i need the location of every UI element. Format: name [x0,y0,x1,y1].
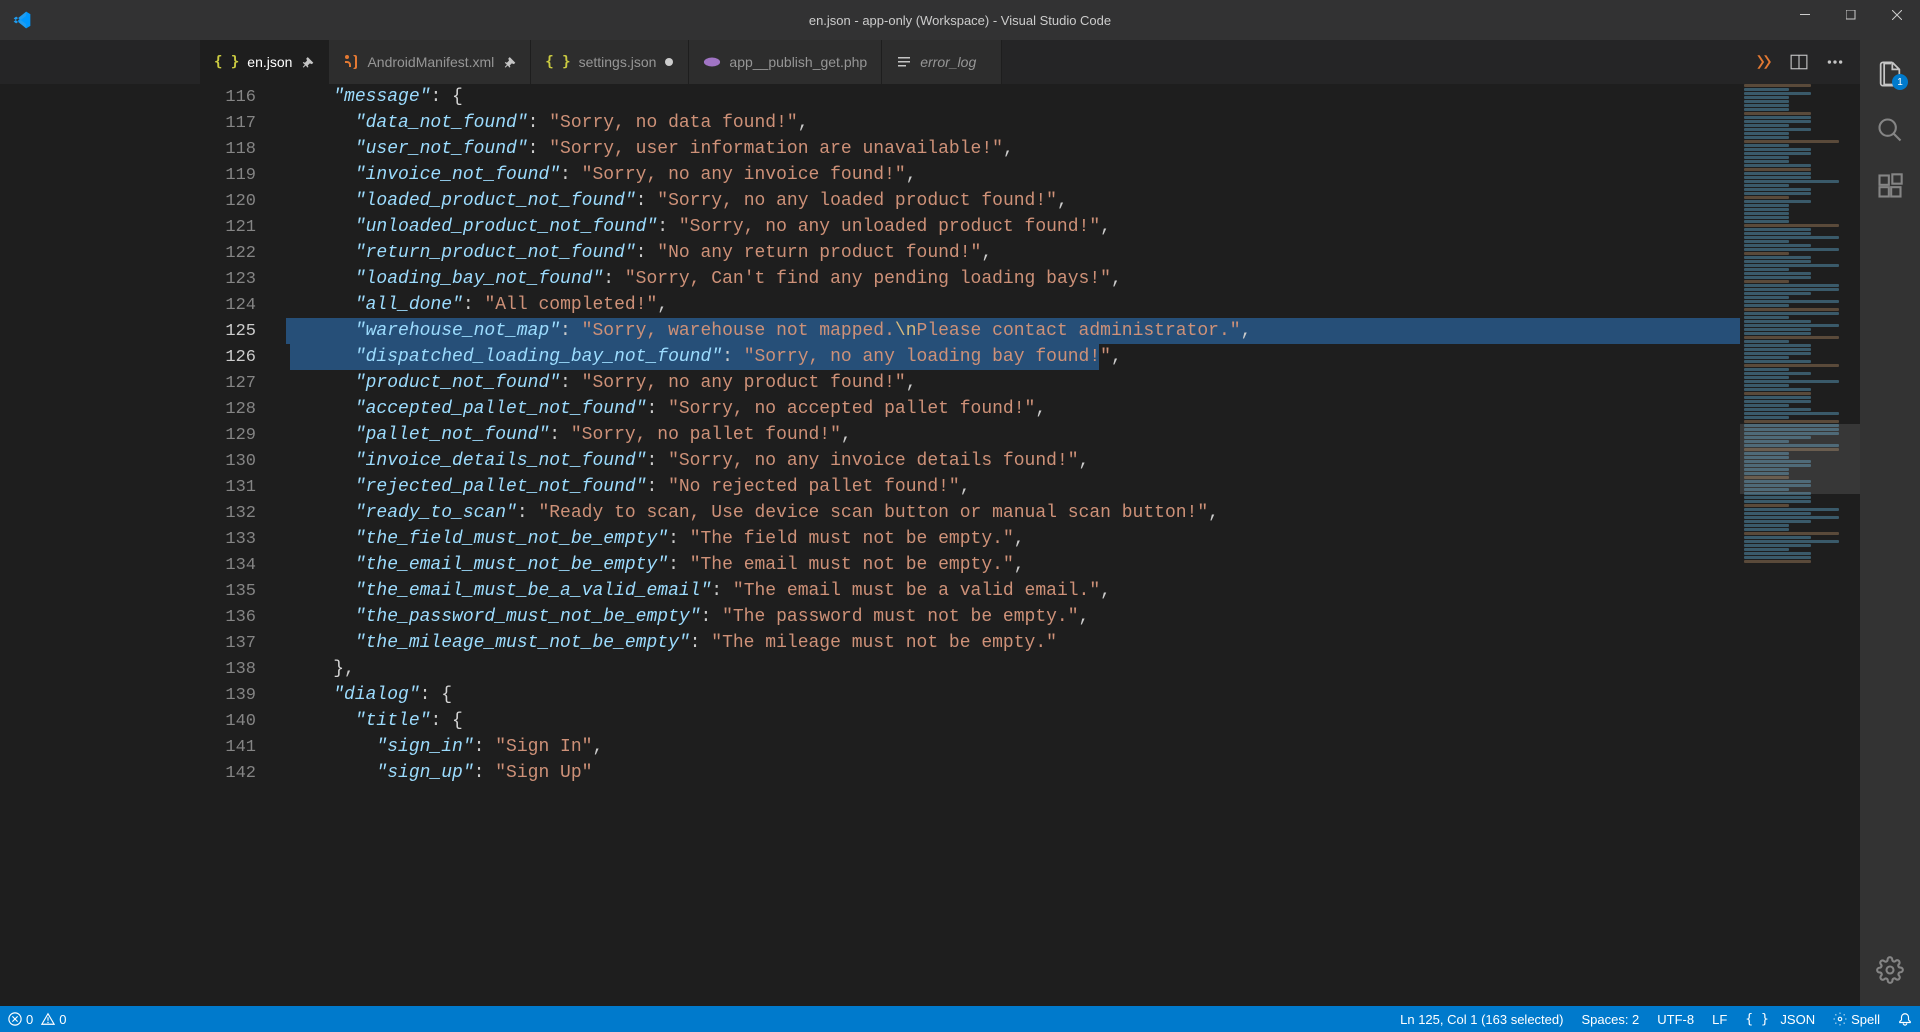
pin-icon[interactable] [502,55,516,69]
pin-icon[interactable] [300,55,314,69]
spell-status[interactable]: Spell [1833,1012,1880,1027]
vscode-logo-icon [12,10,32,30]
tab-label: en.json [247,54,292,70]
tab-error-log[interactable]: error_log [882,40,1002,84]
editor-area: { } en.json AndroidManifest.xml { } settings… [0,40,1860,1006]
php-file-icon [703,55,721,69]
code-area[interactable]: "message": { "data_not_found": "Sorry, n… [286,84,1740,1006]
tab-label: app__publish_get.php [729,54,867,70]
window-controls [1782,0,1920,30]
tab-settings-json[interactable]: { } settings.json [531,40,689,84]
toggle-preview-icon[interactable] [1754,53,1772,71]
tabs-bar: { } en.json AndroidManifest.xml { } settings… [0,40,1860,84]
search-activity-icon[interactable] [1866,106,1914,154]
problems-errors[interactable]: 0 [8,1012,33,1027]
tab-label: settings.json [579,54,657,70]
settings-gear-icon[interactable] [1866,946,1914,994]
notifications-bell-icon[interactable] [1898,1012,1912,1026]
json-file-icon: { } [214,54,239,70]
tab-en-json[interactable]: { } en.json [200,40,329,84]
tab-AndroidManifest-xml[interactable]: AndroidManifest.xml [329,40,531,84]
minimap[interactable] [1740,84,1860,1006]
xml-file-icon [343,54,359,70]
editor-actions [1738,40,1860,84]
window-maximize-button[interactable] [1828,0,1874,30]
window-close-button[interactable] [1874,0,1920,30]
window-title: en.json - app-only (Workspace) - Visual … [809,13,1111,28]
extensions-activity-icon[interactable] [1866,162,1914,210]
explorer-badge: 1 [1892,74,1908,90]
editor-content[interactable]: 1161171181191201211221231241251261271281… [0,84,1860,1006]
json-file-icon: { } [545,54,570,70]
eol-status[interactable]: LF [1712,1012,1727,1027]
main-area: { } en.json AndroidManifest.xml { } settings… [0,40,1920,1006]
status-bar: 0 0 Ln 125, Col 1 (163 selected) Spaces:… [0,1006,1920,1032]
line-number-gutter: 1161171181191201211221231241251261271281… [200,84,268,1006]
cursor-position[interactable]: Ln 125, Col 1 (163 selected) [1400,1012,1563,1027]
errors-count: 0 [26,1012,33,1027]
title-bar: en.json - app-only (Workspace) - Visual … [0,0,1920,40]
tab-app--publish-get-php[interactable]: app__publish_get.php [689,40,882,84]
explorer-activity-icon[interactable]: 1 [1866,50,1914,98]
log-file-icon [896,54,912,70]
tab-label: AndroidManifest.xml [367,54,494,70]
dirty-indicator-icon [664,57,674,67]
minimap-viewport[interactable] [1740,424,1860,494]
more-actions-icon[interactable] [1826,53,1844,71]
tab-label: error_log [920,54,976,70]
split-editor-icon[interactable] [1790,53,1808,71]
activity-bar: 1 [1860,40,1920,1006]
encoding-status[interactable]: UTF-8 [1657,1012,1694,1027]
folding-strip [268,84,286,1006]
warnings-count: 0 [59,1012,66,1027]
indentation-status[interactable]: Spaces: 2 [1581,1012,1639,1027]
problems-warnings[interactable]: 0 [41,1012,66,1027]
language-status[interactable]: { } JSON [1745,1012,1815,1027]
window-minimize-button[interactable] [1782,0,1828,30]
